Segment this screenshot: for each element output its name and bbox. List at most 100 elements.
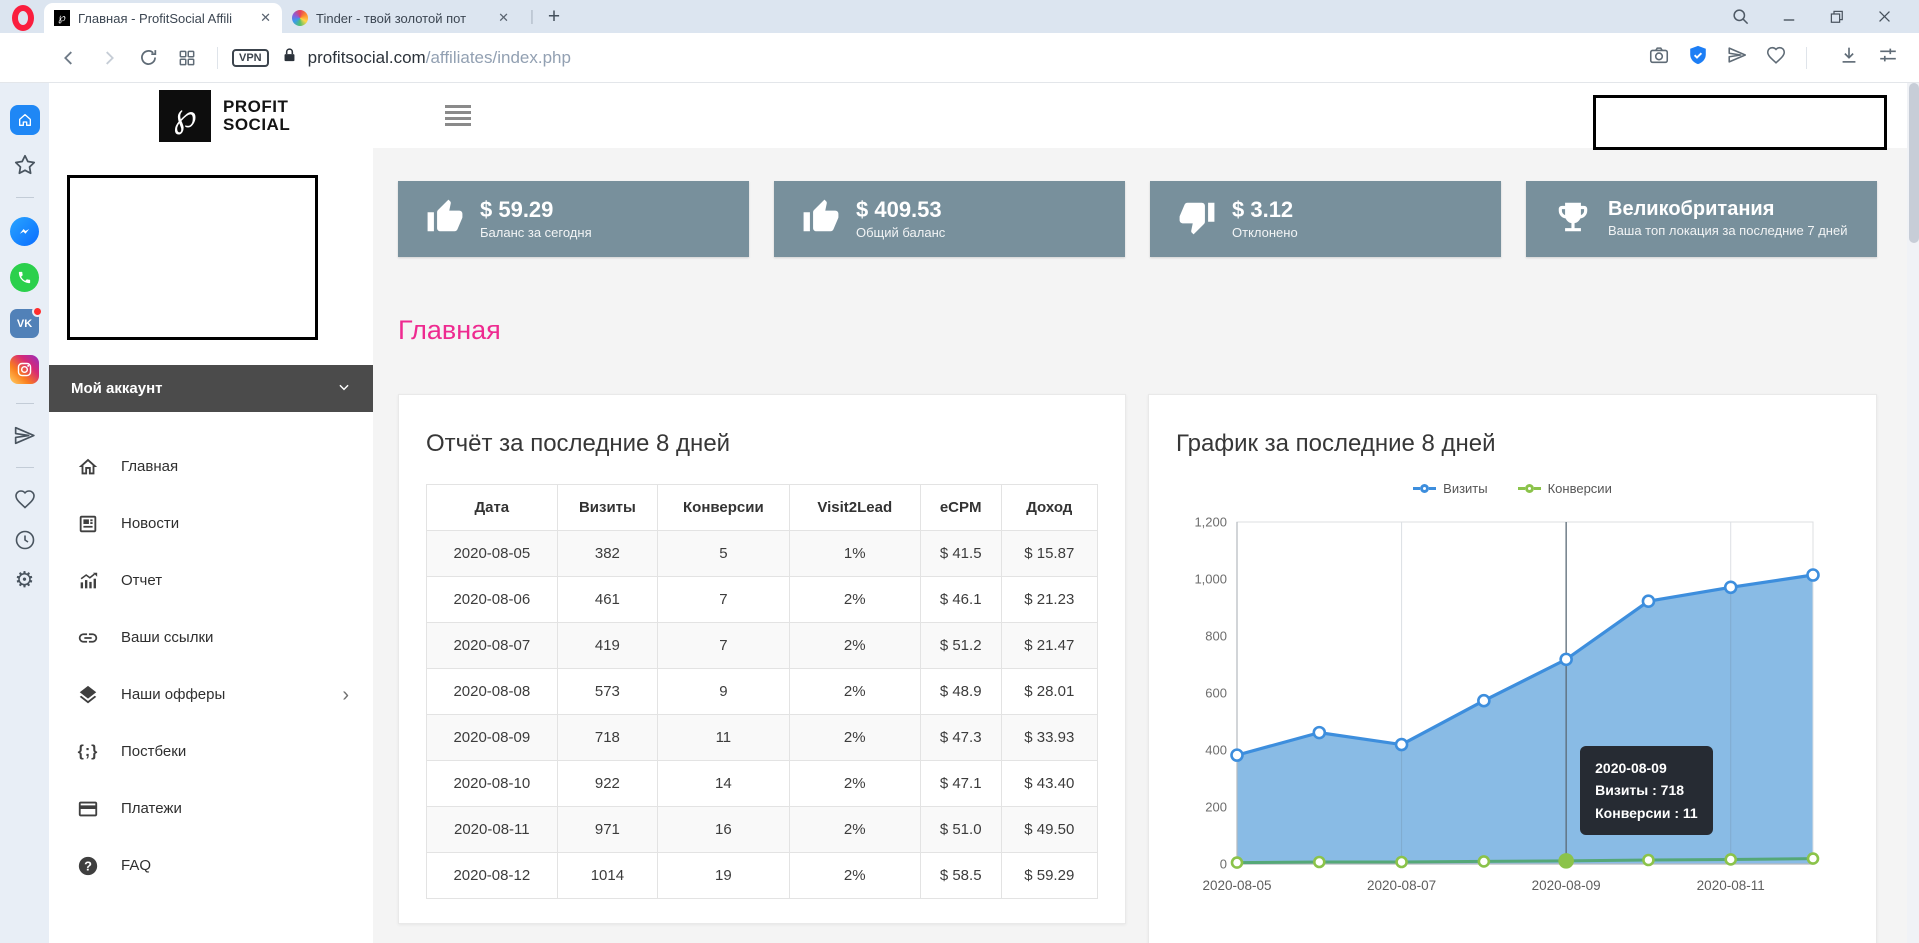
svg-text:?: ?: [84, 858, 92, 873]
lock-icon[interactable]: [281, 47, 298, 69]
sidebar-item-faq[interactable]: ?FAQ: [49, 837, 373, 894]
sidebar-item-postbacks[interactable]: {;}Постбеки: [49, 723, 373, 780]
downloads-icon[interactable]: [1838, 44, 1860, 71]
bookmark-heart-icon[interactable]: [1765, 44, 1787, 71]
table-cell: 2%: [789, 715, 920, 761]
table-row: 2020-08-0741972%$ 51.2$ 21.47: [427, 623, 1098, 669]
table-row: 2020-08-09718112%$ 47.3$ 33.93: [427, 715, 1098, 761]
close-tab-icon[interactable]: ✕: [257, 10, 274, 26]
whatsapp-icon[interactable]: [10, 263, 39, 292]
reload-button[interactable]: [138, 47, 159, 68]
my-flow-icon[interactable]: [1726, 44, 1748, 71]
scrollbar-thumb[interactable]: [1909, 83, 1919, 243]
logo-monogram-icon: ℘: [159, 90, 211, 142]
report-table: ДатаВизитыКонверсииVisit2LeadeCPMДоход 2…: [426, 484, 1098, 899]
my-account-label: Мой аккаунт: [71, 380, 163, 397]
hamburger-menu-icon[interactable]: [445, 105, 471, 126]
sidebar-item-payments[interactable]: Платежи: [49, 780, 373, 837]
table-cell: 2020-08-11: [427, 807, 558, 853]
sidebar-item-home[interactable]: Главная: [49, 438, 373, 495]
rail-item-heart[interactable]: [13, 487, 37, 511]
table-cell: $ 41.5: [920, 531, 1001, 577]
forward-button[interactable]: [98, 47, 120, 69]
messenger-icon[interactable]: [10, 217, 39, 246]
sidebar-item-label: Платежи: [121, 800, 182, 817]
sidebar-item-report[interactable]: Отчет: [49, 552, 373, 609]
rail-item-history[interactable]: [13, 528, 37, 552]
profitsocial-favicon: ℘: [54, 10, 70, 26]
stat-label: Ваша топ локация за последние 7 дней: [1608, 223, 1847, 239]
close-window-button[interactable]: [1876, 8, 1893, 25]
table-cell: 2%: [789, 807, 920, 853]
easy-setup-sliders-icon[interactable]: [1877, 44, 1899, 71]
column-header: eCPM: [920, 485, 1001, 531]
sidebar-item-links[interactable]: Ваши ссылки: [49, 609, 373, 666]
table-cell: $ 15.87: [1001, 531, 1097, 577]
rail-divider: [16, 403, 34, 404]
history-clock-icon: [13, 528, 37, 552]
adblock-shield-icon[interactable]: [1687, 44, 1709, 71]
legend-label: Конверсии: [1548, 481, 1612, 496]
table-cell: $ 51.0: [920, 807, 1001, 853]
table-cell: 2020-08-06: [427, 577, 558, 623]
settings-gear-icon: ⚙: [15, 569, 35, 591]
rail-item-star[interactable]: [12, 152, 38, 178]
line-chart[interactable]: 02004006008001,0001,2002020-08-052020-08…: [1176, 506, 1849, 923]
rail-item-messenger[interactable]: [10, 217, 39, 246]
sidebar-item-label: Главная: [121, 458, 178, 475]
legend-item-1[interactable]: Визиты: [1413, 481, 1487, 496]
table-cell: 11: [658, 715, 789, 761]
table-cell: 5: [658, 531, 789, 577]
table-cell: 2020-08-08: [427, 669, 558, 715]
browser-tab-1[interactable]: ℘Главная - ProfitSocial Affili✕: [44, 3, 282, 33]
tab-title: Tinder - твой золотой пот: [316, 11, 487, 26]
instagram-icon[interactable]: [10, 355, 39, 384]
vpn-badge[interactable]: VPN: [232, 49, 269, 67]
speed-dial-home-icon[interactable]: [10, 105, 40, 135]
search-icon[interactable]: [1731, 7, 1750, 26]
table-header-row: ДатаВизитыКонверсииVisit2LeadeCPMДоход: [427, 485, 1098, 531]
sidebar-item-news[interactable]: Новости: [49, 495, 373, 552]
snapshot-camera-icon[interactable]: [1648, 44, 1670, 71]
restore-button[interactable]: [1828, 8, 1846, 26]
stat-label: Баланс за сегодня: [480, 225, 592, 241]
opera-sidebar: VK ⚙: [0, 83, 49, 943]
tooltip-line: Конверсии : 11: [1595, 802, 1698, 824]
legend-item-2[interactable]: Конверсии: [1518, 481, 1612, 496]
stat-label: Отклонено: [1232, 225, 1298, 241]
table-cell: $ 47.3: [920, 715, 1001, 761]
rail-item-home[interactable]: [10, 105, 40, 135]
payments-icon: [76, 798, 100, 820]
table-cell: 1%: [789, 531, 920, 577]
rail-item-settings[interactable]: ⚙: [15, 569, 35, 591]
svg-text:1,200: 1,200: [1194, 515, 1227, 530]
rail-item-instagram[interactable]: [10, 355, 39, 384]
rail-item-flow[interactable]: [12, 423, 37, 448]
page-title: Главная: [398, 315, 1877, 349]
table-cell: $ 51.2: [920, 623, 1001, 669]
table-cell: 2020-08-07: [427, 623, 558, 669]
my-account-dropdown[interactable]: Мой аккаунт: [49, 365, 373, 412]
browser-tab-2[interactable]: Tinder - твой золотой пот ✕: [282, 3, 520, 33]
browser-titlebar: ℘Главная - ProfitSocial Affili✕Tinder - …: [0, 0, 1919, 33]
address-bar[interactable]: profitsocial.com/affiliates/index.php: [308, 48, 571, 68]
back-button[interactable]: [58, 47, 80, 69]
svg-text:2020-08-05: 2020-08-05: [1202, 878, 1271, 893]
sidebar-item-offers[interactable]: Наши офферы›: [49, 666, 373, 723]
new-tab-button[interactable]: +: [540, 5, 568, 29]
minimize-button[interactable]: [1780, 8, 1798, 26]
chart-svg: 02004006008001,0001,2002020-08-052020-08…: [1176, 506, 1849, 918]
speed-dial-icon[interactable]: [177, 48, 197, 68]
table-cell: 2%: [789, 853, 920, 899]
rail-item-vk[interactable]: VK: [10, 309, 39, 338]
table-cell: $ 46.1: [920, 577, 1001, 623]
rail-item-whatsapp[interactable]: [10, 263, 39, 292]
chart-title: График за последние 8 дней: [1176, 430, 1849, 458]
table-row: 2020-08-0646172%$ 46.1$ 21.23: [427, 577, 1098, 623]
vk-icon[interactable]: VK: [10, 309, 39, 338]
column-header: Дата: [427, 485, 558, 531]
opera-logo-icon[interactable]: [12, 5, 34, 31]
close-tab-icon[interactable]: ✕: [495, 10, 512, 26]
stat-value: $ 409.53: [856, 197, 945, 223]
profitsocial-logo[interactable]: ℘ PROFIT SOCIAL: [159, 90, 290, 142]
